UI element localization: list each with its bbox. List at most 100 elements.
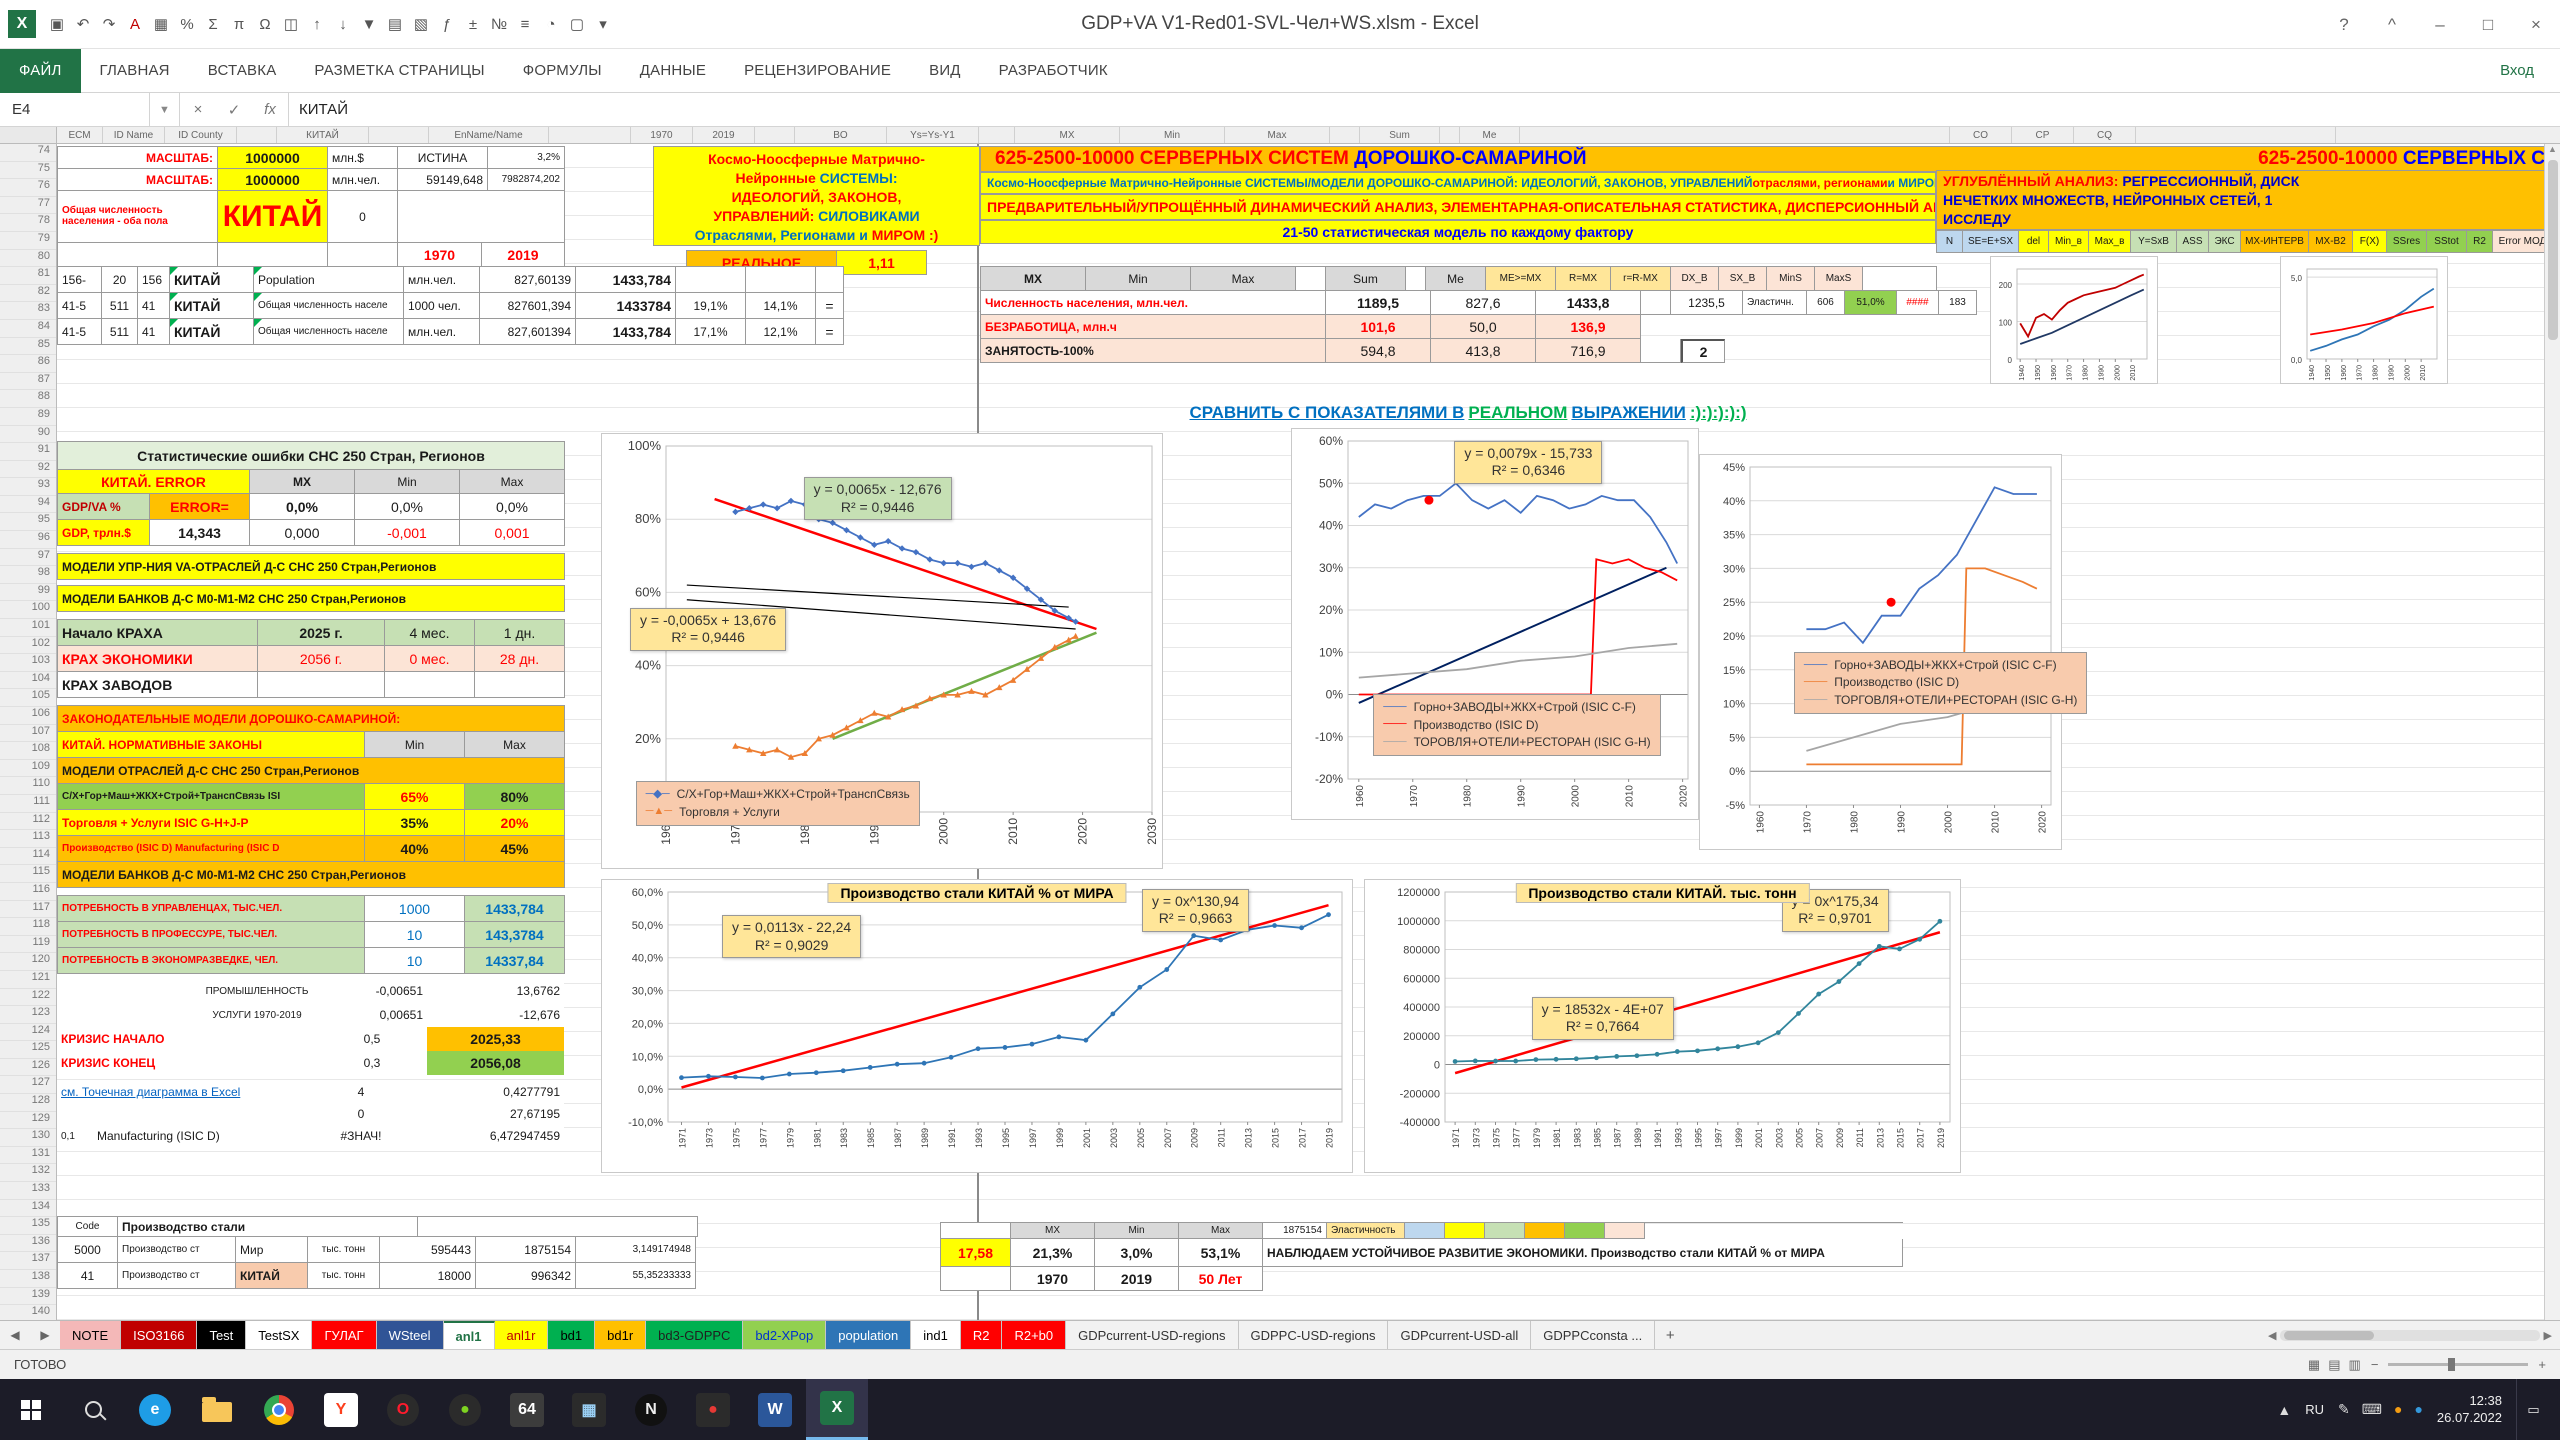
sheet-tab-R2+b0[interactable]: R2+b0 (1002, 1321, 1066, 1349)
cell[interactable]: Численность населения, млн.чел. (981, 291, 1326, 315)
cell[interactable]: Производство стали (118, 1217, 418, 1237)
column-header[interactable] (755, 127, 795, 144)
cell[interactable]: 0,001 (460, 520, 565, 546)
cell[interactable]: Начало КРАХА (58, 620, 258, 646)
row-header[interactable]: 100 (0, 601, 56, 619)
cell[interactable]: МАСШТАБ: (58, 169, 218, 191)
cell[interactable] (746, 267, 816, 293)
cell[interactable]: 1433784 (576, 293, 676, 319)
cell[interactable]: КИТАЙ. НОРМАТИВНЫЕ ЗАКОНЫ (58, 732, 365, 758)
row-header[interactable]: 108 (0, 742, 56, 760)
cell[interactable]: 143,3784 (465, 922, 565, 948)
cell[interactable]: ПРОМЫШЛЕННОСТЬ (197, 979, 317, 1003)
cell[interactable]: MX-ИНТЕРВ (2241, 231, 2309, 253)
row-header[interactable]: 95 (0, 513, 56, 531)
sheet-tab-NOTE[interactable]: NOTE (60, 1321, 121, 1349)
cell[interactable]: 1433,784 (576, 319, 676, 345)
chart-sectors-isic[interactable]: -20%-10%0%10%20%30%40%50%60%196019701980… (1291, 428, 1699, 820)
chart-steel-share[interactable]: -10,0%0,0%10,0%20,0%30,0%40,0%50,0%60,0%… (601, 879, 1353, 1173)
ribbon-collapse-button[interactable]: ^ (2368, 0, 2416, 49)
plusminus-icon[interactable]: ± (460, 11, 486, 37)
cell[interactable]: MinS (1767, 267, 1815, 291)
row-header[interactable]: 91 (0, 443, 56, 461)
cell[interactable]: 3,2% (488, 147, 565, 169)
analysis-banner[interactable]: ПРЕДВАРИТЕЛЬНЫЙ/УПРОЩЁННЫЙ ДИНАМИЧЕСКИЙ … (980, 194, 1936, 220)
cell[interactable]: 50,0 (1431, 315, 1536, 339)
filter-icon[interactable]: ▼ (356, 11, 382, 37)
cell[interactable]: GDP/VA % (58, 494, 150, 520)
cell[interactable]: 827,601394 (480, 319, 576, 345)
sheet-tab-GDPPCconsta ...[interactable]: GDPPCconsta ... (1531, 1321, 1655, 1349)
cell[interactable]: Me (1426, 267, 1486, 291)
cell[interactable]: 1,11 (837, 251, 927, 275)
cell[interactable]: Статистические ошибки СНС 250 Стран, Рег… (58, 442, 565, 470)
cell[interactable]: ПОТРЕБНОСТЬ В УПРАВЛЕНЦАХ, ТЫС.ЧЕЛ. (58, 896, 365, 922)
word-icon[interactable]: W (744, 1379, 806, 1440)
cell[interactable]: F(X) (2353, 231, 2387, 253)
cell[interactable]: Population (254, 267, 404, 293)
cell[interactable]: Эластичн. (1743, 291, 1807, 315)
cell[interactable]: 14,343 (150, 520, 250, 546)
pen-icon[interactable]: ✎ (2338, 1401, 2350, 1418)
cell[interactable]: МЕ>=МХ (1486, 267, 1556, 291)
cell[interactable]: MaxS (1815, 267, 1863, 291)
row-header[interactable]: 98 (0, 566, 56, 584)
qat-more-icon[interactable]: ▾ (590, 11, 616, 37)
cell[interactable]: 2025,33 (427, 1027, 564, 1051)
cell[interactable] (197, 1051, 317, 1075)
cell[interactable]: КИТАЙ. ERROR (58, 470, 250, 494)
ribbon-tab-вставка[interactable]: ВСТАВКА (189, 49, 296, 93)
cell[interactable]: 413,8 (1431, 339, 1536, 363)
cell[interactable]: 511 (102, 319, 138, 345)
sheet-tab-ГУЛАГ[interactable]: ГУЛАГ (312, 1321, 376, 1349)
cloud-icon[interactable]: ● (2394, 1401, 2402, 1418)
cell[interactable]: SStot (2427, 231, 2467, 253)
row-header[interactable]: 137 (0, 1252, 56, 1270)
sheet-tab-WSteel[interactable]: WSteel (377, 1321, 444, 1349)
cell[interactable]: С/Х+Гор+Маш+ЖКХ+Строй+ТранспСвязь ISI (58, 784, 365, 810)
row-header[interactable]: 90 (0, 426, 56, 444)
chrome-browser-icon[interactable] (248, 1379, 310, 1440)
cell[interactable]: 41 (138, 293, 170, 319)
row-header[interactable]: 101 (0, 619, 56, 637)
cell[interactable]: 18000 (380, 1263, 476, 1289)
row-header[interactable]: 80 (0, 250, 56, 268)
cell[interactable]: 0,0% (355, 494, 460, 520)
cell[interactable]: Общая численность населе (254, 293, 404, 319)
row-header[interactable]: 131 (0, 1147, 56, 1165)
row-header[interactable]: 112 (0, 813, 56, 831)
cell[interactable]: del (2019, 231, 2049, 253)
cell[interactable]: SSres (2387, 231, 2427, 253)
camera-icon[interactable]: ▢ (564, 11, 590, 37)
cell[interactable]: #### (1897, 291, 1939, 315)
sheet-tab-bd1r[interactable]: bd1r (595, 1321, 646, 1349)
row-header[interactable]: 140 (0, 1305, 56, 1320)
clock[interactable]: 12:38 26.07.2022 (2437, 1393, 2502, 1427)
row-header[interactable]: 84 (0, 320, 56, 338)
cell[interactable] (1405, 1223, 1445, 1239)
cell[interactable]: 595443 (380, 1237, 476, 1263)
cell[interactable]: УСЛУГИ 1970-2019 (197, 1003, 317, 1027)
cell[interactable]: 1000 (365, 896, 465, 922)
cell[interactable]: Min (1086, 267, 1191, 291)
number-format-icon[interactable]: № (486, 11, 512, 37)
row-header[interactable]: 126 (0, 1059, 56, 1077)
cell[interactable] (57, 979, 197, 1003)
cell[interactable]: 1000 чел. (404, 293, 480, 319)
cell[interactable]: 7982874,202 (488, 169, 565, 191)
cell[interactable]: 5000 (58, 1237, 118, 1263)
cell[interactable] (385, 672, 475, 698)
cell[interactable]: МОДЕЛИ УПР-НИЯ VA-ОТРАСЛЕЙ Д-С СНС 250 С… (58, 554, 565, 580)
cell[interactable]: 1875154 (1263, 1223, 1327, 1239)
cell[interactable]: Производство ст (118, 1237, 236, 1263)
cell[interactable] (1485, 1223, 1525, 1239)
sheet-tab-ind1[interactable]: ind1 (911, 1321, 961, 1349)
ribbon-tab-главная[interactable]: ГЛАВНАЯ (81, 49, 189, 93)
cell[interactable]: 1433,784 (576, 267, 676, 293)
cell[interactable]: 41 (58, 1263, 118, 1289)
cell[interactable]: 41-5 (58, 293, 102, 319)
cell[interactable]: ASS (2177, 231, 2209, 253)
cell[interactable]: 2 (1681, 339, 1725, 363)
add-sheet-button[interactable]: + (1655, 1321, 1685, 1349)
cell[interactable] (1445, 1223, 1485, 1239)
